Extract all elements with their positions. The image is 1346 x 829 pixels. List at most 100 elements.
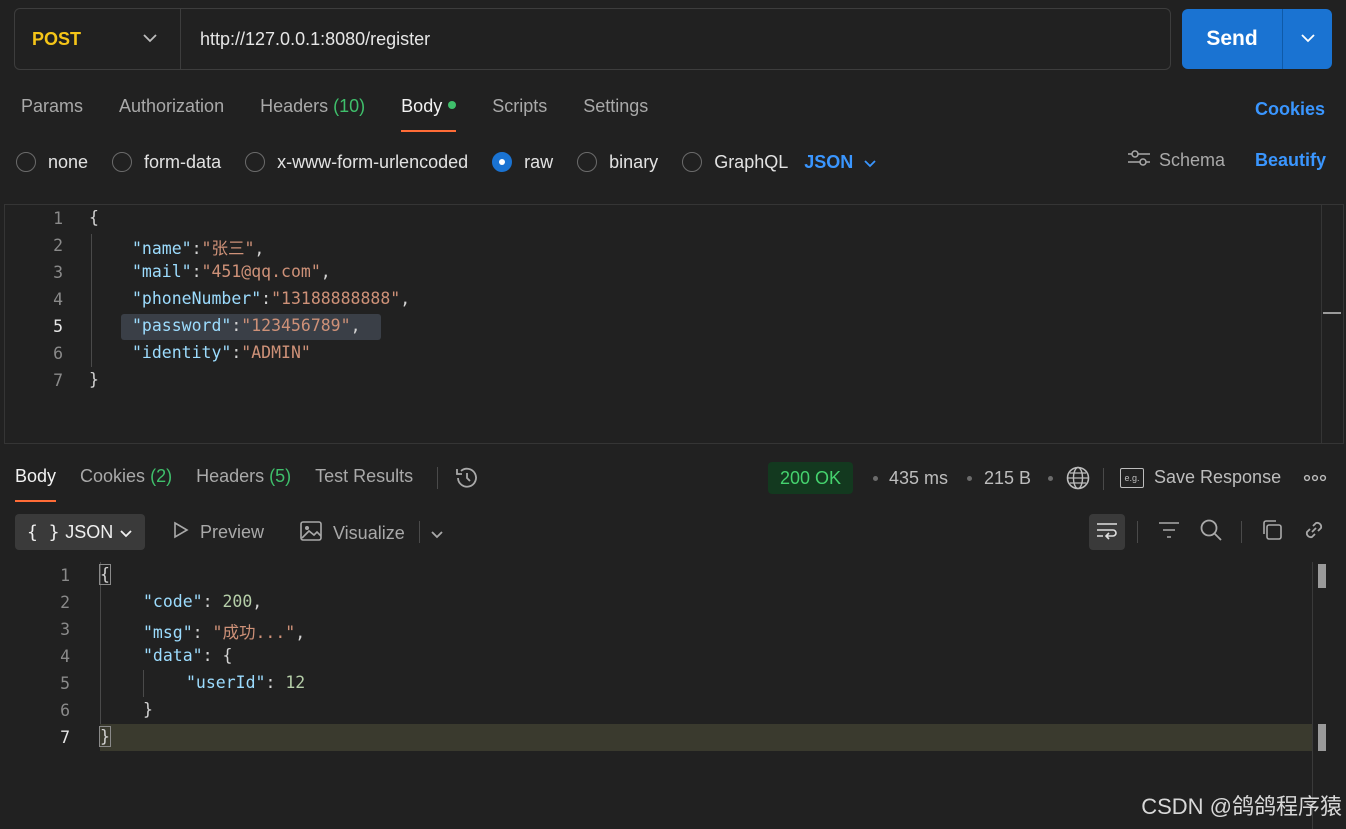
tab-headers[interactable]: Headers (10) bbox=[260, 96, 365, 132]
code-line: 3 bbox=[5, 259, 63, 286]
tab-scripts[interactable]: Scripts bbox=[492, 96, 547, 132]
response-time[interactable]: 435 ms bbox=[889, 468, 948, 489]
preview-label: Preview bbox=[200, 522, 265, 542]
preview-button[interactable]: Preview bbox=[172, 520, 264, 545]
line-number: 2 bbox=[60, 593, 70, 612]
tab-label: Test Results bbox=[315, 466, 414, 486]
status-badge[interactable]: 200 OK bbox=[768, 462, 854, 494]
visualize-label: Visualize bbox=[333, 523, 405, 543]
code-line: 5 bbox=[0, 670, 70, 697]
visualize-button[interactable]: Visualize bbox=[299, 520, 405, 547]
wrap-lines-button[interactable] bbox=[1089, 514, 1125, 550]
divider bbox=[1137, 521, 1138, 543]
code-text: } bbox=[99, 726, 111, 747]
line-number: 4 bbox=[60, 647, 70, 666]
editor-scrollbar[interactable] bbox=[1321, 205, 1343, 443]
tab-response-cookies[interactable]: Cookies (2) bbox=[80, 466, 172, 502]
chevron-down-icon bbox=[142, 30, 158, 48]
send-button[interactable]: Send bbox=[1182, 9, 1283, 69]
body-type-options: none form-data x-www-form-urlencoded raw… bbox=[16, 148, 877, 176]
link-icon bbox=[1302, 518, 1326, 547]
radio-label: x-www-form-urlencoded bbox=[277, 151, 469, 172]
tab-label: Params bbox=[21, 96, 84, 116]
radio-label: binary bbox=[609, 151, 659, 172]
tab-settings[interactable]: Settings bbox=[583, 96, 648, 132]
code-text: "identity":"ADMIN" bbox=[132, 343, 311, 362]
method-label: POST bbox=[32, 28, 82, 49]
line-number: 5 bbox=[60, 674, 70, 693]
scrollbar-marker bbox=[1323, 312, 1341, 314]
radio-none[interactable]: none bbox=[16, 152, 88, 173]
line-number: 1 bbox=[60, 566, 70, 585]
send-options-button[interactable] bbox=[1283, 9, 1332, 69]
radio-label: none bbox=[48, 151, 89, 172]
example-icon: e.g. bbox=[1120, 467, 1144, 488]
method-select[interactable]: POST bbox=[15, 9, 181, 69]
radio-checked-icon bbox=[492, 152, 513, 172]
response-format-select[interactable]: { } JSON bbox=[15, 514, 145, 550]
code-line: 4 bbox=[5, 286, 63, 313]
beautify-button[interactable]: Beautify bbox=[1255, 150, 1326, 171]
line-number: 3 bbox=[53, 263, 63, 282]
wrap-lines-icon bbox=[1095, 520, 1119, 545]
code-line: 2 bbox=[0, 589, 70, 616]
save-response-button[interactable]: e.g. Save Response bbox=[1120, 467, 1281, 488]
request-body-editor[interactable]: 1 2 3 4 5 6 7 { "name":"张三", "mail":"451… bbox=[4, 204, 1344, 444]
divider bbox=[419, 521, 420, 543]
radio-x-www-form-urlencoded[interactable]: x-www-form-urlencoded bbox=[245, 152, 468, 173]
body-language-select[interactable]: JSON bbox=[804, 152, 877, 173]
radio-label: GraphQL bbox=[714, 151, 789, 172]
tab-params[interactable]: Params bbox=[21, 96, 83, 132]
tab-body[interactable]: Body bbox=[401, 96, 457, 132]
line-number: 7 bbox=[60, 728, 70, 747]
radio-graphql[interactable]: GraphQL bbox=[682, 152, 788, 173]
line-number: 2 bbox=[53, 236, 63, 255]
radio-binary[interactable]: binary bbox=[577, 152, 658, 173]
history-icon[interactable] bbox=[454, 465, 480, 502]
code-line: 3 bbox=[0, 616, 70, 643]
tab-label: Body bbox=[401, 96, 443, 116]
code-text: } bbox=[143, 700, 153, 719]
radio-form-data[interactable]: form-data bbox=[112, 152, 221, 173]
code-line: 4 bbox=[0, 643, 70, 670]
code-line: 1 bbox=[5, 205, 63, 232]
link-button[interactable] bbox=[1296, 514, 1332, 550]
line-number: 6 bbox=[60, 701, 70, 720]
request-bar: POST http://127.0.0.1:8080/register Send bbox=[14, 8, 1332, 70]
globe-icon[interactable] bbox=[1065, 465, 1091, 496]
code-text: "mail":"451@qq.com", bbox=[132, 262, 331, 281]
tab-response-body[interactable]: Body bbox=[15, 466, 57, 502]
sliders-icon bbox=[1127, 149, 1151, 172]
code-line: 2 bbox=[5, 232, 63, 259]
code-line: 5 bbox=[5, 313, 63, 340]
radio-raw[interactable]: raw bbox=[492, 152, 553, 173]
code-line: 6 bbox=[0, 697, 70, 724]
tab-label: Scripts bbox=[492, 96, 548, 116]
tab-response-headers[interactable]: Headers (5) bbox=[196, 466, 291, 502]
more-options-icon[interactable] bbox=[1303, 468, 1327, 493]
search-button[interactable] bbox=[1193, 514, 1229, 550]
copy-icon bbox=[1260, 518, 1284, 547]
modified-dot-icon bbox=[448, 101, 457, 110]
schema-button[interactable]: Schema bbox=[1127, 149, 1225, 172]
chevron-down-icon[interactable] bbox=[430, 526, 444, 544]
tab-authorization[interactable]: Authorization bbox=[119, 96, 224, 132]
code-text: "name":"张三", bbox=[132, 239, 265, 258]
radio-label: form-data bbox=[144, 151, 222, 172]
response-tabs: Body Cookies (2) Headers (5) Test Result… bbox=[15, 466, 480, 502]
cookies-link[interactable]: Cookies bbox=[1255, 99, 1325, 120]
response-size[interactable]: 215 B bbox=[984, 468, 1031, 489]
url-input[interactable]: http://127.0.0.1:8080/register bbox=[181, 29, 430, 50]
divider bbox=[1241, 521, 1242, 543]
tab-count: (10) bbox=[333, 96, 366, 116]
filter-button[interactable] bbox=[1151, 514, 1187, 550]
filter-icon bbox=[1157, 520, 1181, 545]
tab-test-results[interactable]: Test Results bbox=[315, 466, 413, 502]
separator-dot bbox=[1048, 476, 1053, 481]
tab-count: (5) bbox=[269, 466, 292, 486]
scrollbar-thumb[interactable] bbox=[1318, 564, 1326, 588]
copy-button[interactable] bbox=[1254, 514, 1290, 550]
save-response-label: Save Response bbox=[1154, 467, 1282, 487]
code-text: "msg": "成功...", bbox=[143, 623, 306, 642]
chevron-down-icon bbox=[1300, 30, 1316, 48]
